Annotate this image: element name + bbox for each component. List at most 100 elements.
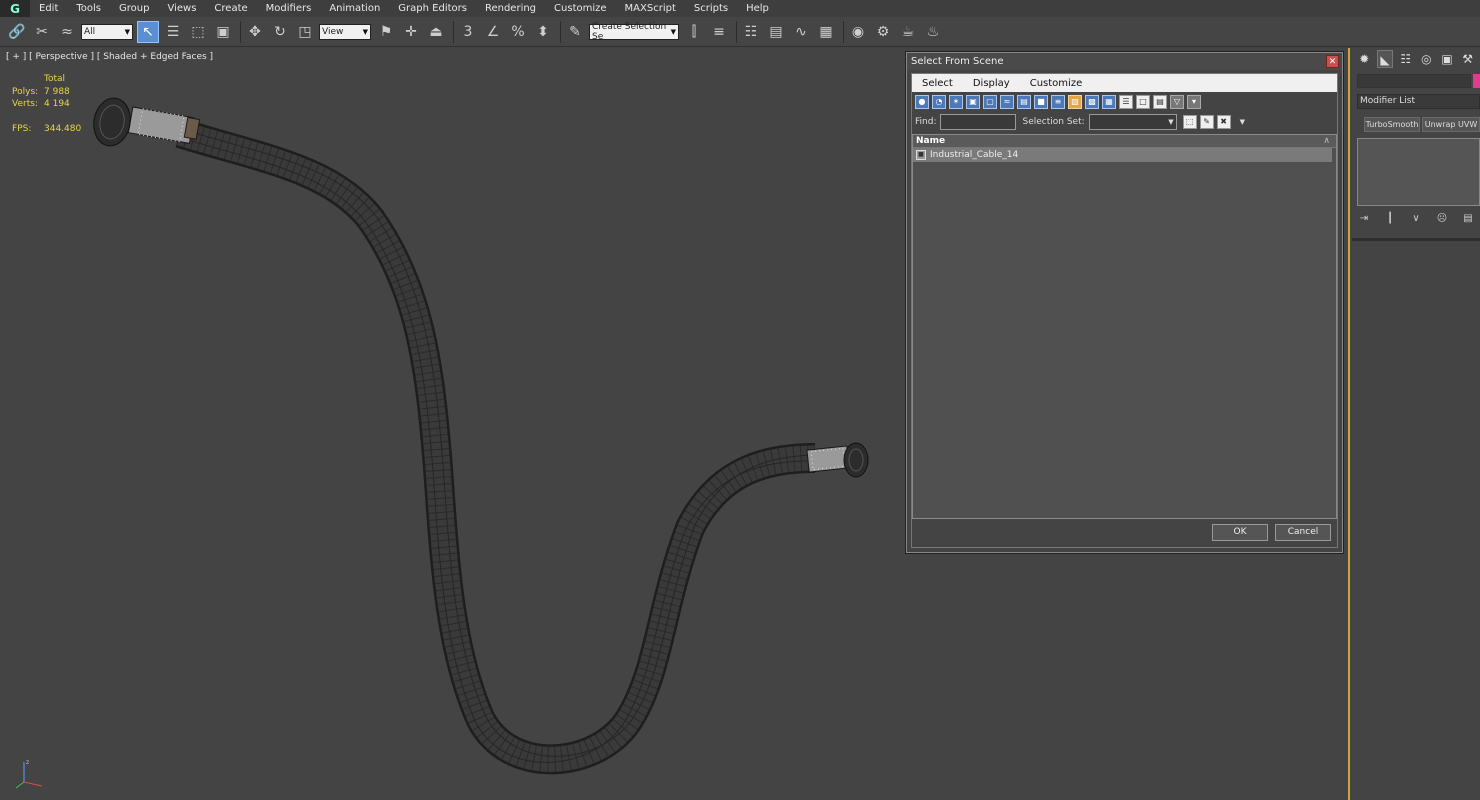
menu-modifiers[interactable]: Modifiers <box>257 0 321 17</box>
menu-rendering[interactable]: Rendering <box>476 0 545 17</box>
toolbar-divider <box>453 20 454 43</box>
schematic-view-icon[interactable]: ▦ <box>815 21 837 43</box>
unlink-icon[interactable]: ✂ <box>31 21 53 43</box>
turbosmooth-button[interactable]: TurboSmooth <box>1364 117 1420 132</box>
modifier-list-dropdown[interactable]: Modifier List <box>1357 94 1480 109</box>
bind-spacewarp-icon[interactable]: ≈ <box>56 21 78 43</box>
menu-group[interactable]: Group <box>110 0 158 17</box>
chevron-down-icon[interactable]: ▼ <box>1240 118 1245 126</box>
menu-animation[interactable]: Animation <box>320 0 389 17</box>
find-input[interactable] <box>940 114 1017 130</box>
rendered-frame-icon[interactable]: ☕ <box>897 21 919 43</box>
edit-named-selection-icon[interactable]: ✎ <box>564 21 586 43</box>
select-object-icon[interactable]: ↖ <box>137 20 159 43</box>
snaps-toggle-icon[interactable]: 3 <box>457 21 479 43</box>
object-name-field[interactable] <box>1357 74 1471 88</box>
scene-object-list[interactable]: Name ∧ ■ Industrial_Cable_14 <box>912 134 1337 519</box>
spinner-snap-icon[interactable]: ⬍ <box>532 21 554 43</box>
object-color-swatch[interactable] <box>1473 74 1480 88</box>
edit-selection-set-icon[interactable]: ✎ <box>1199 115 1214 129</box>
close-icon[interactable]: ✕ <box>1326 55 1339 68</box>
filter-icon[interactable]: ▽ <box>1170 95 1184 109</box>
ok-button[interactable]: OK <box>1212 523 1268 541</box>
cancel-button[interactable]: Cancel <box>1275 523 1331 541</box>
menu-create[interactable]: Create <box>205 0 256 17</box>
layer-manager-icon[interactable]: ☷ <box>740 21 762 43</box>
select-invert-icon[interactable]: ▤ <box>1153 95 1167 109</box>
menu-customize[interactable]: Customize <box>545 0 616 17</box>
display-cameras-icon[interactable]: ▣ <box>966 95 980 109</box>
app-logo-icon[interactable]: G <box>0 0 30 17</box>
angle-snap-icon[interactable]: ∠ <box>482 21 504 43</box>
rotate-icon[interactable]: ↻ <box>269 21 291 43</box>
display-tab-icon[interactable]: ▣ <box>1439 50 1456 68</box>
menu-views[interactable]: Views <box>158 0 205 17</box>
dialog-menu-customize[interactable]: Customize <box>1020 78 1093 89</box>
select-all-icon[interactable]: ☰ <box>1119 95 1133 109</box>
select-by-name-icon[interactable]: ☰ <box>162 21 184 43</box>
hierarchy-tab-icon[interactable]: ☷ <box>1397 50 1414 68</box>
reference-coordinate-dropdown[interactable]: View ▼ <box>319 23 371 40</box>
link-icon[interactable]: 🔗 <box>6 21 28 43</box>
modify-tab-icon[interactable]: ◣ <box>1376 50 1394 68</box>
find-label: Find: <box>915 117 937 127</box>
menu-graph-editors[interactable]: Graph Editors <box>389 0 476 17</box>
dialog-titlebar[interactable]: Select From Scene ✕ <box>907 53 1342 70</box>
remove-modifier-icon[interactable]: ☹ <box>1435 212 1449 226</box>
curve-editor-icon[interactable]: ∿ <box>790 21 812 43</box>
material-editor-icon[interactable]: ◉ <box>847 21 869 43</box>
delete-selection-set-icon[interactable]: ✖ <box>1216 115 1231 129</box>
display-hidden-icon[interactable]: ▦ <box>1102 95 1116 109</box>
utilities-tab-icon[interactable]: ⚒ <box>1459 50 1476 68</box>
mirror-icon[interactable]: ⫿ <box>683 21 705 43</box>
make-unique-icon[interactable]: ∨ <box>1409 212 1423 226</box>
display-frozen-icon[interactable]: ▩ <box>1085 95 1099 109</box>
align-icon[interactable]: ≡ <box>708 21 730 43</box>
menu-tools[interactable]: Tools <box>67 0 110 17</box>
list-item[interactable]: ■ Industrial_Cable_14 <box>913 148 1332 162</box>
verts-value: 4 194 <box>44 99 70 109</box>
display-shapes-icon[interactable]: ◔ <box>932 95 946 109</box>
display-helpers-icon[interactable]: ▢ <box>983 95 997 109</box>
display-geometry-icon[interactable]: ● <box>915 95 929 109</box>
stats-total-label: Total <box>44 74 66 84</box>
rectangular-selection-icon[interactable]: ⬚ <box>187 21 209 43</box>
dialog-menu-select[interactable]: Select <box>912 78 963 89</box>
select-none-icon[interactable]: □ <box>1136 95 1150 109</box>
selection-filter-dropdown[interactable]: All ▼ <box>81 23 133 40</box>
create-tab-icon[interactable]: ✹ <box>1356 50 1373 68</box>
keyboard-shortcut-icon[interactable]: ⏏ <box>425 21 447 43</box>
dialog-menu-display[interactable]: Display <box>963 78 1020 89</box>
render-setup-icon[interactable]: ⚙ <box>872 21 894 43</box>
named-selection-set-dropdown[interactable]: Create Selection Se ▼ <box>589 22 679 42</box>
pin-stack-icon[interactable]: ⇥ <box>1357 212 1371 226</box>
column-header-name[interactable]: Name ∧ <box>913 135 1336 148</box>
move-icon[interactable]: ✥ <box>244 21 266 43</box>
ribbon-icon[interactable]: ▤ <box>765 21 787 43</box>
scale-icon[interactable]: ◳ <box>294 21 316 43</box>
menu-maxscript[interactable]: MAXScript <box>616 0 685 17</box>
display-lights-icon[interactable]: ✶ <box>949 95 963 109</box>
motion-tab-icon[interactable]: ◎ <box>1418 50 1435 68</box>
menu-scripts[interactable]: Scripts <box>685 0 737 17</box>
render-production-icon[interactable]: ♨ <box>922 21 944 43</box>
display-xrefs-icon[interactable]: ■ <box>1034 95 1048 109</box>
display-groups-icon[interactable]: ▤ <box>1017 95 1031 109</box>
percent-snap-icon[interactable]: % <box>507 21 529 43</box>
configure-modifier-sets-icon[interactable]: ▤ <box>1461 212 1475 226</box>
show-end-result-icon[interactable]: ┃ <box>1383 212 1397 226</box>
selection-set-dropdown[interactable]: ▼ <box>1088 114 1177 130</box>
filter-options-icon[interactable]: ▾ <box>1187 95 1201 109</box>
viewport-label[interactable]: [ + ] [ Perspective ] [ Shaded + Edged F… <box>6 52 213 62</box>
display-spacewarps-icon[interactable]: ≈ <box>1000 95 1014 109</box>
menu-edit[interactable]: Edit <box>30 0 67 17</box>
window-crossing-icon[interactable]: ▣ <box>212 21 234 43</box>
display-containers-icon[interactable]: ▧ <box>1068 95 1082 109</box>
modifier-stack[interactable] <box>1357 138 1480 206</box>
pivot-center-icon[interactable]: ⚑ <box>375 21 397 43</box>
menu-help[interactable]: Help <box>737 0 778 17</box>
select-manipulate-icon[interactable]: ✛ <box>400 21 422 43</box>
unwrap-uvw-button[interactable]: Unwrap UVW <box>1422 117 1480 132</box>
create-selection-set-icon[interactable]: ⬚ <box>1182 115 1197 129</box>
display-bones-icon[interactable]: ≡ <box>1051 95 1065 109</box>
